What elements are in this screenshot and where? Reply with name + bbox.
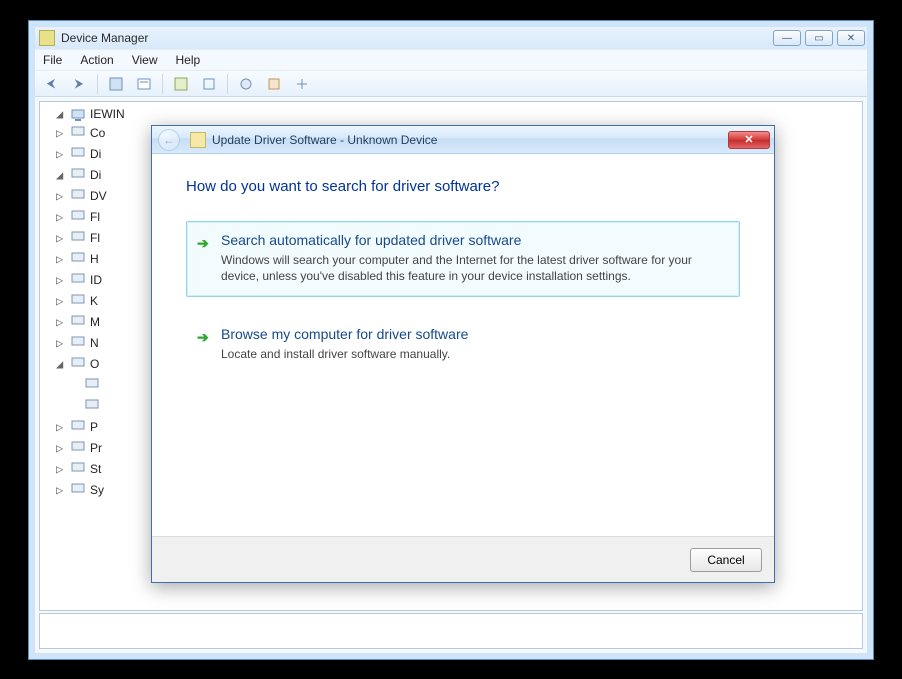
wizard-titlebar: ← Update Driver Software - Unknown Devic… [152,126,774,154]
expand-icon[interactable]: ▷ [56,251,66,268]
option-browse-computer[interactable]: ➔ Browse my computer for driver software… [186,315,740,375]
expand-icon[interactable]: ◢ [56,167,66,184]
computer-icon [70,107,86,123]
device-icon [84,375,100,396]
back-button[interactable]: ⮜ [39,73,63,95]
tree-label: DV [90,188,107,205]
expand-icon[interactable]: ▷ [56,209,66,226]
expand-icon[interactable]: ◢ [56,356,66,373]
option-desc: Locate and install driver software manua… [221,346,727,362]
tree-label: ID [90,272,102,289]
option-search-automatically[interactable]: ➔ Search automatically for updated drive… [186,221,740,297]
forward-button[interactable]: ⮞ [67,73,91,95]
tree-label: K [90,293,98,310]
device-category-icon [70,249,86,270]
device-category-icon [70,270,86,291]
menu-action[interactable]: Action [80,53,113,67]
wizard-back-button: ← [158,129,180,151]
wizard-heading: How do you want to search for driver sof… [186,178,740,195]
tb-btn-7[interactable] [290,73,314,95]
option-desc: Windows will search your computer and th… [221,252,727,284]
device-category-icon [70,123,86,144]
expand-icon[interactable]: ▷ [56,272,66,289]
expand-icon[interactable]: ▷ [56,419,66,436]
tree-label: Fl [90,230,100,247]
tree-label: Di [90,146,101,163]
tree-label: P [90,419,98,436]
tree-root[interactable]: ◢ IEWIN [56,106,860,123]
device-category-icon [70,438,86,459]
wizard-title: Update Driver Software - Unknown Device [212,133,728,147]
expand-icon[interactable]: ▷ [56,440,66,457]
tb-btn-3[interactable] [169,73,193,95]
root-label: IEWIN [90,106,125,123]
expand-icon[interactable]: ▷ [56,188,66,205]
dm-app-icon [39,30,55,46]
menu-file[interactable]: File [43,53,62,67]
toolbar: ⮜ ⮞ [35,71,867,97]
arrow-right-icon: ➔ [197,235,209,252]
menu-bar: File Action View Help [35,49,867,71]
option-title: Search automatically for updated driver … [221,232,727,248]
expand-icon[interactable]: ▷ [56,461,66,478]
device-category-icon [70,165,86,186]
tb-btn-6[interactable] [262,73,286,95]
tree-label: Co [90,125,105,142]
status-panel [39,613,863,649]
device-icon [190,132,206,148]
tree-label: Fl [90,209,100,226]
arrow-left-icon: ← [163,133,175,147]
arrow-right-icon: ⮞ [75,76,84,91]
dm-title: Device Manager [61,31,773,45]
menu-help[interactable]: Help [176,53,201,67]
arrow-left-icon: ⮜ [47,76,56,91]
maximize-button[interactable]: ▭ [805,30,833,46]
device-category-icon [70,459,86,480]
tree-label: St [90,461,101,478]
device-category-icon [70,333,86,354]
wizard-close-button[interactable]: ✕ [728,131,770,149]
tree-label: N [90,335,99,352]
close-button[interactable]: ✕ [837,30,865,46]
expand-icon[interactable]: ▷ [56,482,66,499]
close-icon: ✕ [744,133,753,146]
tree-label: H [90,251,99,268]
collapse-icon[interactable]: ◢ [56,106,66,123]
expand-icon[interactable]: ▷ [56,125,66,142]
tree-label: Pr [90,440,102,457]
tb-btn-5[interactable] [234,73,258,95]
expand-icon[interactable]: ▷ [56,293,66,310]
device-category-icon [70,207,86,228]
expand-icon[interactable]: ▷ [56,335,66,352]
device-category-icon [70,480,86,501]
wizard-footer: Cancel [152,536,774,582]
update-driver-wizard: ← Update Driver Software - Unknown Devic… [151,125,775,583]
device-category-icon [70,417,86,438]
dm-titlebar: Device Manager — ▭ ✕ [35,27,867,49]
device-category-icon [70,144,86,165]
expand-icon[interactable]: ▷ [56,230,66,247]
device-category-icon [70,228,86,249]
tree-label: Sy [90,482,104,499]
expand-icon[interactable]: ▷ [56,314,66,331]
device-category-icon [70,186,86,207]
device-icon [84,396,100,417]
minimize-button[interactable]: — [773,30,801,46]
device-category-icon [70,354,86,375]
arrow-right-icon: ➔ [197,329,209,346]
tb-btn-2[interactable] [132,73,156,95]
tb-btn-1[interactable] [104,73,128,95]
tree-label: M [90,314,100,331]
expand-icon[interactable]: ▷ [56,146,66,163]
device-category-icon [70,291,86,312]
option-title: Browse my computer for driver software [221,326,727,342]
menu-view[interactable]: View [132,53,158,67]
tb-btn-4[interactable] [197,73,221,95]
tree-label: Di [90,167,101,184]
tree-label: O [90,356,99,373]
device-category-icon [70,312,86,333]
cancel-button[interactable]: Cancel [690,548,762,572]
